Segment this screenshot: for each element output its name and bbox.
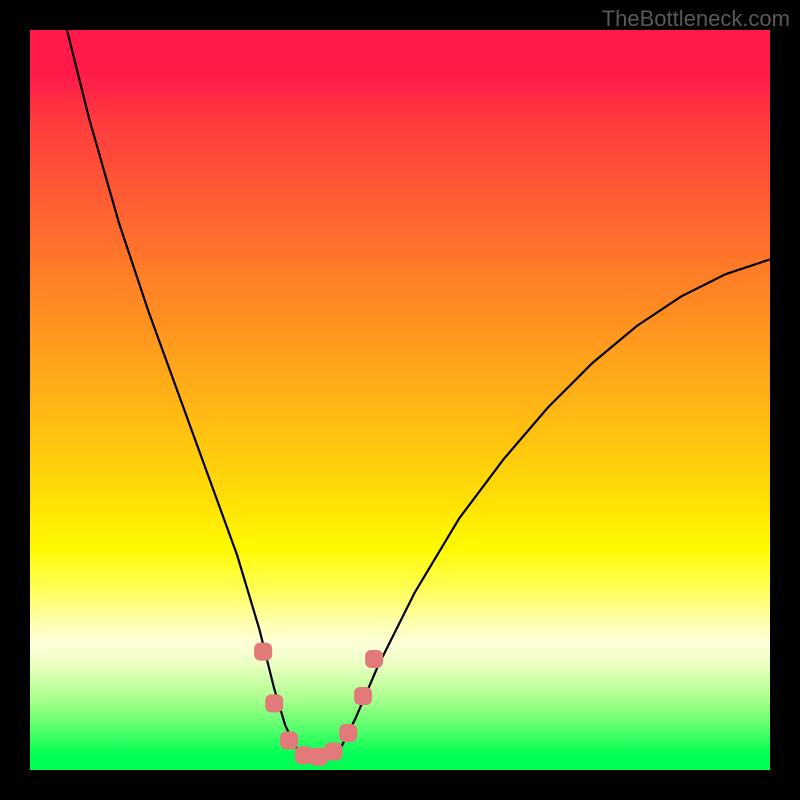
highlighted-markers <box>254 643 383 766</box>
marker-point <box>265 694 283 712</box>
chart-svg <box>30 30 770 770</box>
bottleneck-curve-line <box>67 30 770 759</box>
chart-plot-area <box>30 30 770 770</box>
marker-point <box>280 731 298 749</box>
marker-point <box>324 743 342 761</box>
marker-point <box>365 650 383 668</box>
marker-point <box>354 687 372 705</box>
watermark-text: TheBottleneck.com <box>602 6 790 32</box>
marker-point <box>254 643 272 661</box>
marker-point <box>339 724 357 742</box>
